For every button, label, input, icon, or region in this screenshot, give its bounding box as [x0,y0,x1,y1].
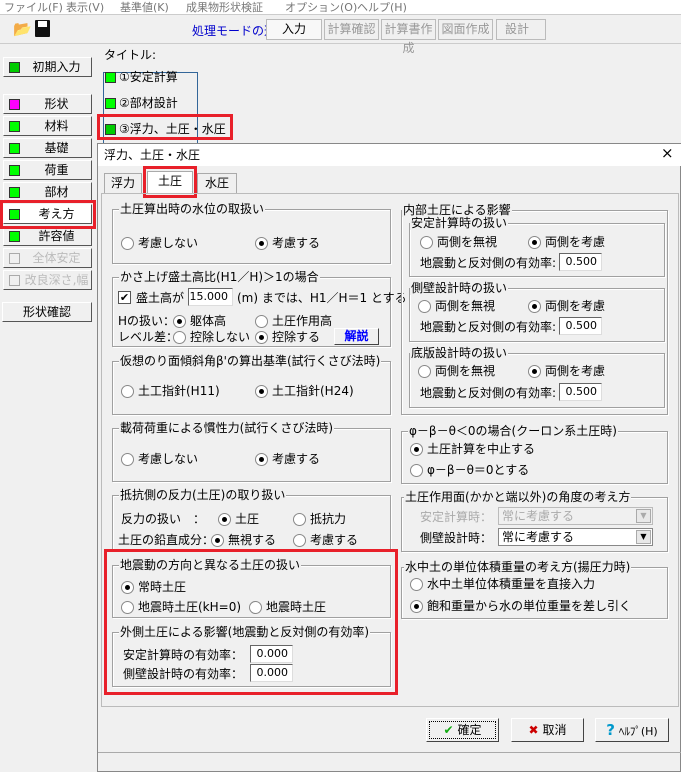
sidebar-item-allowable[interactable]: 許容値 [3,226,92,246]
mode-drawing[interactable]: 図面作成 [438,19,493,40]
check-icon: ✔ [443,723,454,737]
embankment-height-input[interactable]: 15.000 [188,288,233,306]
mode-design[interactable]: 設計 [496,19,546,40]
radio-both-consider[interactable]: 両側を考慮 [528,299,605,313]
cancel-button[interactable]: ✖ 取消 [511,718,584,742]
sidebar-item-initial[interactable]: 初期入力 [3,57,92,77]
slab-internal-rate-input[interactable]: 0.500 [559,383,602,401]
mode-input[interactable]: 入力 [266,19,322,40]
radio-both-consider[interactable]: 両側を考慮 [528,235,605,249]
sidewall-internal-rate-input[interactable]: 0.500 [559,317,602,335]
stability-angle-select[interactable]: 常に考慮する ▼ [498,507,653,525]
open-folder-icon[interactable]: 📂 [13,20,32,38]
radio-both-ignore[interactable]: 両側を無視 [418,299,495,313]
tree-item-member[interactable]: ②部材設計 [105,96,178,110]
dialog-titlebar: 浮力、土圧・水圧 × [98,144,681,166]
group-embankment: かさ上げ盛土高比(H1／H)＞1の場合 ✔ 盛土高が 15.000 (m) まで… [112,270,407,347]
radio-body-height[interactable]: 躯体高 [173,314,226,328]
radio-resistance[interactable]: 抵抗力 [293,512,346,526]
menu-verify[interactable]: 成果物形状検証 [186,0,263,15]
radio-both-ignore[interactable]: 両側を無視 [418,364,495,378]
ok-button[interactable]: ✔ 確定 [426,718,499,742]
radio-earth-pressure[interactable]: 土圧 [218,512,259,526]
radio-inertia-yes[interactable]: 考慮する [255,452,320,466]
group-action-plane: 土圧作用面(かかと端以外)の角度の考え方 安定計算時： 常に考慮する ▼ 側壁設計… [401,490,668,552]
sidebar-item-foundation[interactable]: 基礎 [3,138,92,158]
radio-no-deduct[interactable]: 控除しない [173,330,250,344]
tab-buoyancy[interactable]: 浮力 [104,173,142,193]
save-icon[interactable] [35,20,50,37]
sidebar-item-material[interactable]: 材料 [3,116,92,136]
menu-standard[interactable]: 基準値(K) [120,0,169,15]
group-water-level: 土圧算出時の水位の取扱い 考慮しない 考慮する [112,202,391,264]
radio-saturated-minus-water[interactable]: 飽和重量から水の単位重量を差し引く [410,599,631,613]
menu-option[interactable]: オプション(O) [285,0,357,15]
radio-set-zero[interactable]: φ－β－θ＝0とする [410,463,529,477]
embankment-checkbox[interactable]: ✔ [118,291,131,304]
menu-view[interactable]: 表示(V) [66,0,104,15]
help-button[interactable]: ? ﾍﾙﾌﾟ(H) [595,718,669,742]
shape-check-button[interactable]: 形状確認 [2,302,92,322]
sidebar-item-shape[interactable]: 形状 [3,94,92,114]
group-resistance: 抵抗側の反力(土圧)の取り扱い 反力の扱い ： 土圧 抵抗力 土圧の鉛直成分： … [112,488,391,551]
title-label: タイトル: [104,48,157,62]
close-icon[interactable]: × [661,146,674,161]
radio-both-consider[interactable]: 両側を考慮 [528,364,605,378]
radio-vertical-consider[interactable]: 考慮する [293,533,358,547]
radio-both-ignore[interactable]: 両側を無視 [420,235,497,249]
radio-direct-input[interactable]: 水中土単位体積重量を直接入力 [410,577,595,591]
menu-help[interactable]: ヘルプ(H) [357,0,407,15]
x-icon: ✖ [528,723,539,737]
highlight-box [0,200,96,229]
menu-file[interactable]: ファイル(F) [4,0,63,15]
sidebar-item-improvement[interactable]: 改良深さ,幅 [3,270,92,290]
radio-consider[interactable]: 考慮する [255,236,320,250]
subgroup-stability: 安定計算時の扱い 両側を無視 両側を考慮 地震動と反対側の有効率: 0.500 [409,216,665,277]
tab-water-pressure[interactable]: 水圧 [197,173,237,193]
tree-item-stability[interactable]: ①安定計算 [105,70,178,84]
group-inertia: 載荷荷重による慣性力(試行くさび法時) 考慮しない 考慮する [112,421,391,482]
highlight-box [104,549,398,695]
toolbar: 📂 処理モードの選択 入力 計算確認 計算書作成 図面作成 設計 [0,14,681,55]
radio-not-consider[interactable]: 考慮しない [121,236,198,250]
group-internal-pressure: 内部土圧による影響 安定計算時の扱い 両側を無視 両側を考慮 地震動と反対側の有… [401,203,668,415]
menu-bar: ファイル(F) 表示(V) 基準値(K) 成果物形状検証 オプション(O) ヘル… [0,0,681,14]
highlight-box [97,114,233,140]
sidebar-item-load[interactable]: 荷重 [3,160,92,180]
sidebar-item-member[interactable]: 部材 [3,182,92,202]
group-submerged-weight: 水中土の単位体積重量の考え方(揚圧力時) 水中土単位体積重量を直接入力 飽和重量… [401,560,668,619]
status-divider [98,752,681,753]
sidewall-angle-select[interactable]: 常に考慮する ▼ [498,528,653,546]
radio-h11[interactable]: 土工指針(H11) [121,384,220,398]
radio-deduct[interactable]: 控除する [255,330,320,344]
dialog-title: 浮力、土圧・水圧 [104,148,201,162]
group-slope-angle: 仮想のり面傾斜角β'の算出基準(試行くさび法時) 土工指針(H11) 土工指針(… [112,354,391,415]
explain-button[interactable]: 解説 [334,328,379,345]
mode-report[interactable]: 計算書作成 [381,19,436,55]
group-coulomb: φ－β－θ＜0の場合(クーロン系土圧時) 土圧計算を中止する φ－β－θ＝0とす… [401,424,668,484]
sidebar-item-overall-stability[interactable]: 全体安定 [3,248,92,268]
stability-internal-rate-input[interactable]: 0.500 [559,253,602,271]
subgroup-sidewall: 側壁設計時の扱い 両側を無視 両側を考慮 地震動と反対側の有効率: 0.500 [409,281,665,342]
radio-pressure-height[interactable]: 土圧作用高 [255,314,332,328]
radio-inertia-no[interactable]: 考慮しない [121,452,198,466]
mode-calc-check[interactable]: 計算確認 [324,19,379,40]
help-icon: ? [606,721,615,739]
radio-stop-calc[interactable]: 土圧計算を中止する [410,442,535,456]
subgroup-bottom-slab: 底版設計時の扱い 両側を無視 両側を考慮 地震動と反対側の有効率: 0.500 [409,346,665,408]
sidebar: 初期入力 形状 材料 基礎 荷重 部材 考え方 許容値 全体安定 改良深さ,幅 … [0,45,96,772]
radio-h24[interactable]: 土工指針(H24) [255,384,354,398]
dialog: 浮力、土圧・水圧 × 浮力 土圧 水圧 土圧算出時の水位の取扱い 考慮しない 考… [97,143,681,772]
radio-vertical-ignore[interactable]: 無視する [211,533,276,547]
